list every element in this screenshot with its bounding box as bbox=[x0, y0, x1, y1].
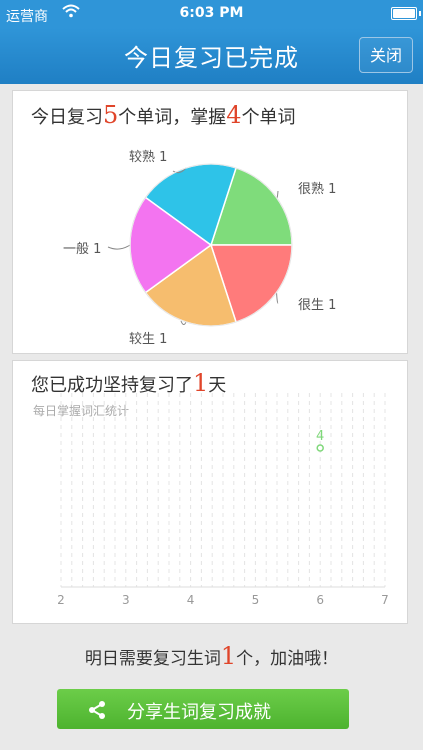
pie-label: 较熟 1 bbox=[129, 149, 167, 165]
daily-mastery-chart: 2 3 4 5 6 7 4 bbox=[57, 393, 389, 607]
x-tick-label: 6 bbox=[316, 593, 324, 607]
nav-bar: 今日复习已完成 关闭 bbox=[0, 28, 423, 84]
pie-label: 很熟 1 bbox=[298, 181, 336, 197]
pie-leader-line bbox=[107, 244, 131, 250]
tomorrow-count: 1 bbox=[220, 642, 237, 670]
x-tick-label: 7 bbox=[381, 593, 389, 607]
data-label: 4 bbox=[316, 429, 324, 444]
tomorrow-prefix: 明日需要复习生词 bbox=[84, 649, 221, 669]
status-bar: 运营商 6:03 PM bbox=[0, 0, 423, 28]
chart-grid bbox=[60, 393, 386, 587]
review-summary-card: 今日复习5个单词，掌握4个单词 很熟 1 很生 1 较生 1 一般 1 较熟 1 bbox=[12, 90, 408, 354]
tomorrow-message: 明日需要复习生词1个，加油哦！ bbox=[0, 642, 423, 670]
battery-icon bbox=[391, 7, 421, 20]
tomorrow-suffix: 个，加油哦！ bbox=[236, 649, 339, 669]
x-tick-label: 5 bbox=[252, 593, 260, 607]
pie-label: 很生 1 bbox=[298, 298, 336, 313]
data-point bbox=[316, 444, 324, 452]
close-button[interactable]: 关闭 bbox=[359, 37, 413, 73]
pie-chart: 很熟 1 很生 1 较生 1 一般 1 较熟 1 bbox=[63, 149, 336, 347]
pie-leader-line bbox=[276, 292, 279, 304]
share-button[interactable]: 分享生词复习成就 bbox=[57, 689, 349, 729]
share-button-label: 分享生词复习成就 bbox=[127, 702, 271, 723]
status-time: 6:03 PM bbox=[179, 5, 244, 21]
pie-label: 较生 1 bbox=[129, 332, 167, 347]
x-tick-label: 3 bbox=[122, 593, 130, 607]
share-icon bbox=[87, 700, 107, 725]
pie-label: 一般 1 bbox=[63, 241, 101, 257]
daily-stats-card: 您已成功坚持复习了1天 每日掌握词汇统计 2345674 bbox=[12, 360, 408, 624]
x-tick-label: 4 bbox=[187, 593, 195, 607]
x-tick-label: 2 bbox=[57, 593, 65, 607]
